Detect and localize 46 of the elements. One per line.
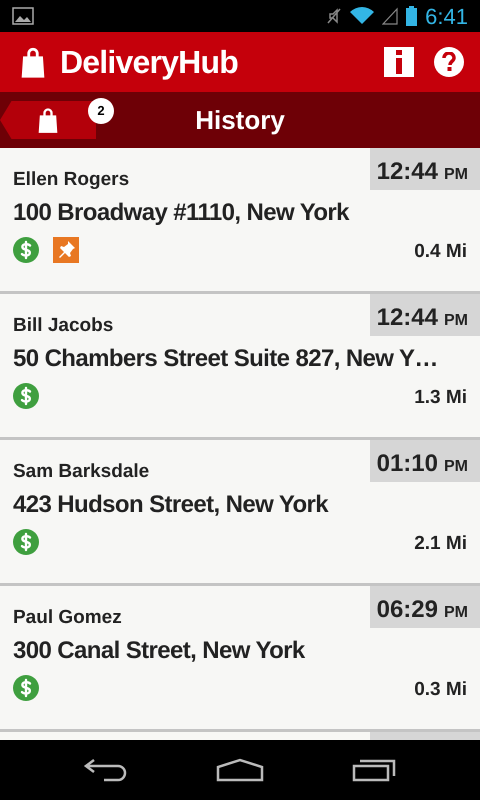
delivery-row[interactable]: Paul Gomez 06:29 PM 300 Canal Street, New York 0.3 Mi bbox=[0, 586, 480, 732]
cart-count-badge: 2 bbox=[88, 98, 114, 124]
back-icon[interactable] bbox=[84, 758, 128, 782]
ampm-text: PM bbox=[444, 457, 468, 477]
info-button[interactable] bbox=[384, 47, 414, 77]
distance-text: 1.3 Mi bbox=[414, 386, 467, 410]
delivery-address: 300 Canal Street, New York bbox=[12, 636, 306, 666]
clock-time: 6:41 bbox=[425, 2, 468, 30]
pushpin-icon bbox=[53, 236, 79, 262]
time-text: 12:44 bbox=[376, 303, 438, 333]
ampm-text: PM bbox=[444, 165, 468, 185]
distance-text: 2.1 Mi bbox=[414, 532, 467, 556]
recent-apps-icon[interactable] bbox=[352, 758, 396, 782]
image-icon bbox=[12, 7, 34, 25]
time-text: 06:29 bbox=[376, 595, 438, 625]
delivery-row[interactable]: Ellen Rogers 12:44 PM 100 Broadway #1110, New York 0.4 Mi bbox=[0, 148, 480, 294]
ampm-text: PM bbox=[444, 603, 468, 623]
home-icon[interactable] bbox=[216, 758, 264, 782]
customer-name: Sam Barksdale bbox=[12, 460, 150, 484]
wifi-icon bbox=[350, 7, 374, 25]
delivery-row[interactable]: Sam Barksdale 01:10 PM 423 Hudson Street, New York 2.1 Mi bbox=[0, 440, 480, 586]
dollar-icon bbox=[13, 528, 39, 554]
cart-button[interactable] bbox=[0, 101, 96, 139]
time-text: 12:44 bbox=[376, 157, 438, 187]
time-text: 01:10 bbox=[376, 449, 438, 479]
help-button[interactable] bbox=[434, 47, 464, 77]
muted-icon bbox=[326, 7, 342, 25]
distance-text: 0.3 Mi bbox=[414, 678, 467, 702]
delivery-row[interactable]: Bill Jacobs 12:44 PM 50 Chambers Street Suite 827, New Y… 1.3 Mi bbox=[0, 294, 480, 440]
dollar-icon bbox=[13, 674, 39, 700]
signal-icon bbox=[382, 7, 398, 25]
ampm-text: PM bbox=[444, 311, 468, 331]
dollar-icon bbox=[13, 382, 39, 408]
delivery-address: 100 Broadway #1110, New York bbox=[12, 198, 350, 228]
app-title: DeliveryHub bbox=[60, 43, 238, 82]
distance-text: 0.4 Mi bbox=[414, 240, 467, 264]
info-icon bbox=[394, 50, 404, 74]
customer-name: Ellen Rogers bbox=[12, 168, 130, 192]
delivery-address: 423 Hudson Street, New York bbox=[12, 490, 330, 520]
dollar-icon bbox=[13, 236, 39, 262]
delivery-address: 50 Chambers Street Suite 827, New Y… bbox=[12, 344, 439, 374]
customer-name: Paul Gomez bbox=[12, 606, 122, 630]
question-icon bbox=[442, 52, 456, 72]
battery-icon bbox=[406, 6, 418, 26]
screen-title: History bbox=[195, 104, 285, 136]
customer-name: Bill Jacobs bbox=[12, 314, 114, 338]
